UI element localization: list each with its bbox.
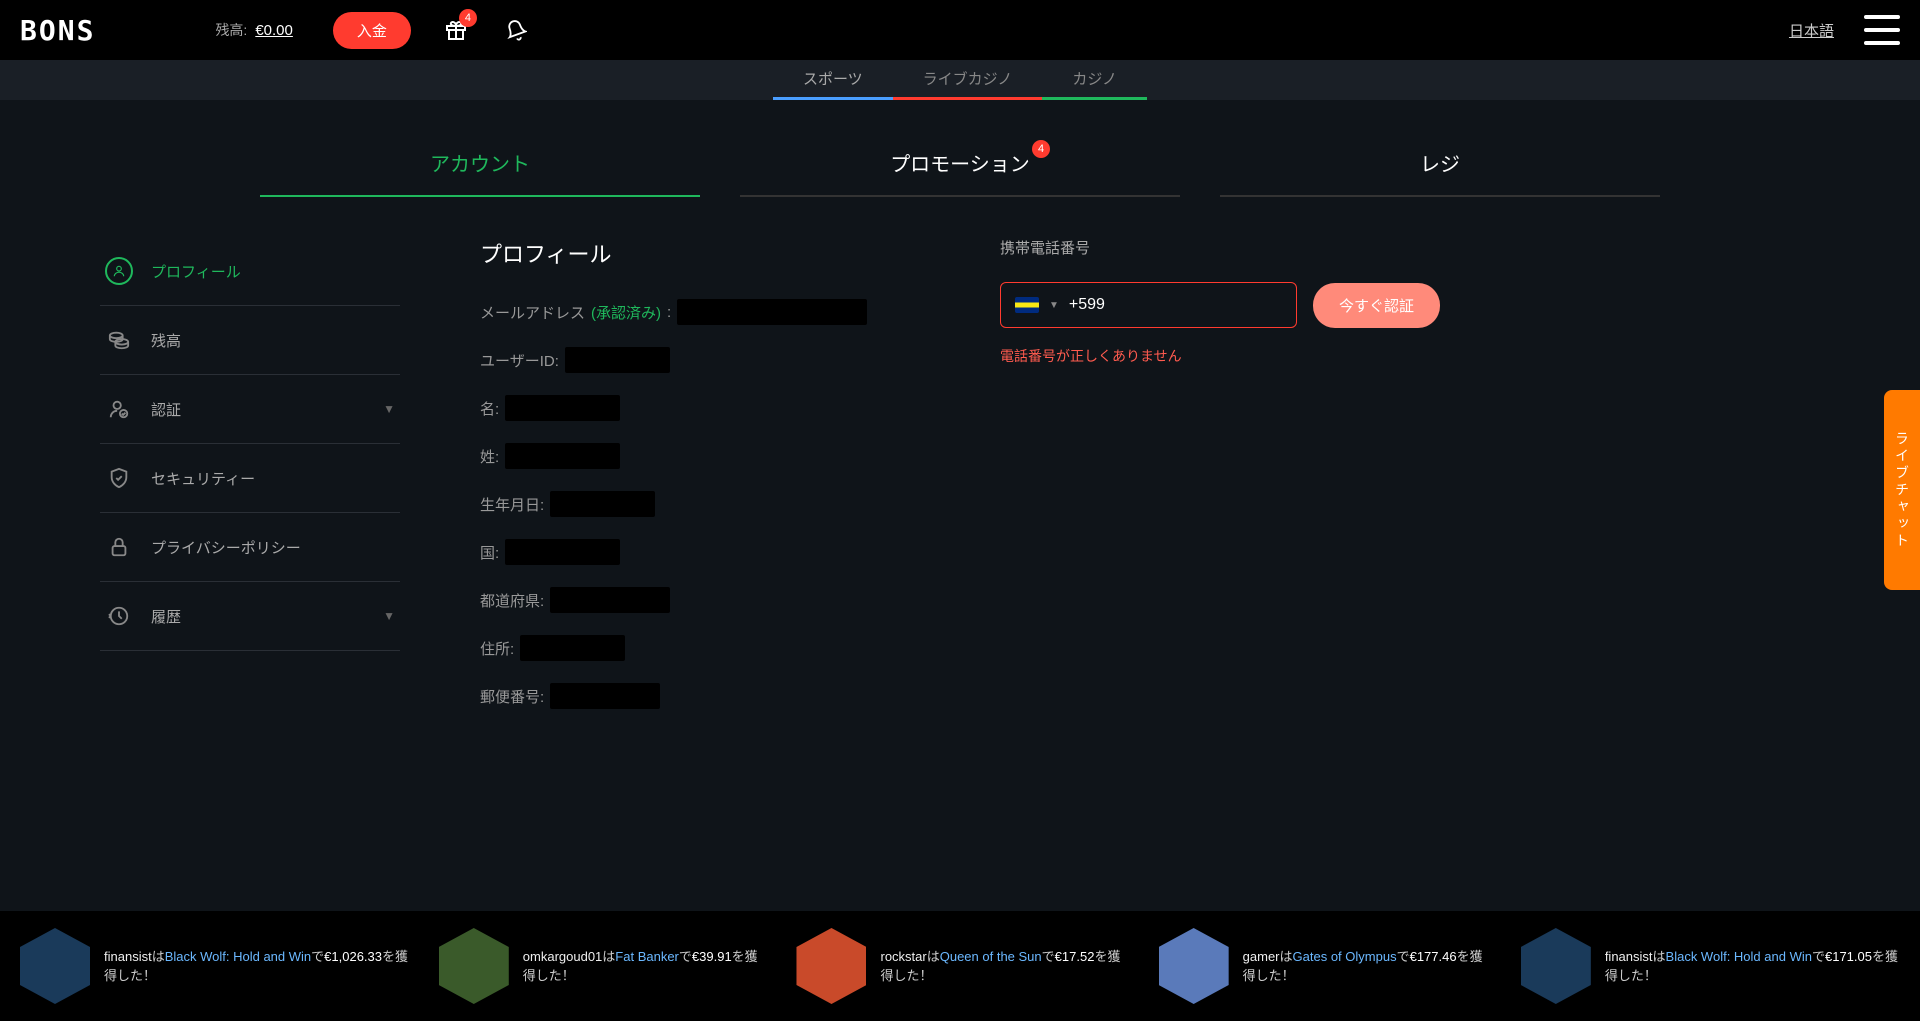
sidebar-label: 認証 bbox=[151, 399, 181, 420]
account-tabs: アカウント プロモーション 4 レジ bbox=[0, 100, 1920, 197]
verified-badge: (承認済み) bbox=[591, 302, 661, 323]
balance-display[interactable]: 残高: €0.00 bbox=[215, 20, 292, 40]
sidebar-label: セキュリティー bbox=[151, 468, 255, 489]
lastname-value bbox=[505, 443, 620, 469]
history-icon bbox=[105, 602, 133, 630]
language-selector[interactable]: 日本語 bbox=[1789, 20, 1834, 41]
shield-icon bbox=[105, 464, 133, 492]
field-postal: 郵便番号: bbox=[480, 683, 920, 709]
firstname-value bbox=[505, 395, 620, 421]
tab-cashier[interactable]: レジ bbox=[1220, 130, 1660, 197]
sidebar-label: プロフィール bbox=[151, 261, 241, 282]
chevron-down-icon: ▼ bbox=[383, 402, 395, 416]
nav-casino[interactable]: カジノ bbox=[1042, 60, 1147, 100]
dob-value bbox=[550, 491, 655, 517]
user-icon bbox=[105, 257, 133, 285]
country-value bbox=[505, 539, 620, 565]
phone-section: 携帯電話番号 ▼ 今すぐ認証 電話番号が正しくありません bbox=[1000, 237, 1440, 731]
verify-icon bbox=[105, 395, 133, 423]
sidebar-label: 履歴 bbox=[151, 606, 181, 627]
sidebar-item-privacy[interactable]: プライバシーポリシー bbox=[100, 513, 400, 582]
field-country: 国: bbox=[480, 539, 920, 565]
chevron-down-icon: ▼ bbox=[1049, 300, 1059, 311]
balance-value: €0.00 bbox=[255, 22, 293, 39]
sidebar-item-security[interactable]: セキュリティー bbox=[100, 444, 400, 513]
tab-promotion-label: プロモーション bbox=[890, 154, 1030, 176]
ticker-item[interactable]: finansistはBlack Wolf: Hold and Winで€171.… bbox=[1521, 928, 1900, 1004]
ticker-item[interactable]: finansistはBlack Wolf: Hold and Winで€1,02… bbox=[20, 928, 409, 1004]
coins-icon bbox=[105, 326, 133, 354]
bell-icon bbox=[505, 19, 527, 41]
phone-label: 携帯電話番号 bbox=[1000, 237, 1440, 258]
profile-title: プロフィール bbox=[480, 237, 920, 269]
field-lastname: 姓: bbox=[480, 443, 920, 469]
flag-icon[interactable] bbox=[1015, 297, 1039, 313]
ticker-item[interactable]: omkargoud01はFat Bankerで€39.91を獲得した！ bbox=[439, 928, 767, 1004]
gift-button[interactable]: 4 bbox=[441, 15, 471, 45]
header: BONS 残高: €0.00 入金 4 日本語 bbox=[0, 0, 1920, 60]
phone-input-wrapper[interactable]: ▼ bbox=[1000, 282, 1297, 328]
ticker-item[interactable]: rockstarはQueen of the Sunで€17.52を獲得した！ bbox=[796, 928, 1128, 1004]
sidebar-label: プライバシーポリシー bbox=[151, 537, 301, 558]
field-dob: 生年月日: bbox=[480, 491, 920, 517]
game-thumbnail bbox=[439, 928, 509, 1004]
sidebar: プロフィール 残高 認証 ▼ セキュリティー プライバシーポリシー 履歴 ▼ bbox=[100, 237, 400, 731]
category-nav: スポーツ ライブカジノ カジノ bbox=[0, 60, 1920, 100]
email-value bbox=[677, 299, 867, 325]
profile-section: プロフィール メールアドレス (承認済み): ユーザーID: 名: 姓: 生年月… bbox=[480, 237, 920, 731]
address-value bbox=[520, 635, 625, 661]
nav-sports[interactable]: スポーツ bbox=[773, 60, 893, 100]
tab-account[interactable]: アカウント bbox=[260, 130, 700, 197]
ticker-item[interactable]: gamerはGates of Olympusで€177.46を獲得した！ bbox=[1159, 928, 1491, 1004]
gift-badge: 4 bbox=[459, 9, 477, 27]
postal-value bbox=[550, 683, 660, 709]
sidebar-label: 残高 bbox=[151, 330, 181, 351]
userid-value bbox=[565, 347, 670, 373]
field-address: 住所: bbox=[480, 635, 920, 661]
phone-error: 電話番号が正しくありません bbox=[1000, 346, 1440, 366]
field-userid: ユーザーID: bbox=[480, 347, 920, 373]
field-email: メールアドレス (承認済み): bbox=[480, 299, 920, 325]
tab-promotion[interactable]: プロモーション 4 bbox=[740, 130, 1180, 197]
sidebar-item-balance[interactable]: 残高 bbox=[100, 306, 400, 375]
deposit-button[interactable]: 入金 bbox=[333, 12, 411, 49]
sidebar-item-history[interactable]: 履歴 ▼ bbox=[100, 582, 400, 651]
sidebar-item-profile[interactable]: プロフィール bbox=[100, 237, 400, 306]
notification-button[interactable] bbox=[501, 15, 531, 45]
nav-live-casino[interactable]: ライブカジノ bbox=[893, 60, 1043, 100]
game-thumbnail bbox=[1159, 928, 1229, 1004]
balance-label: 残高: bbox=[215, 20, 247, 40]
game-thumbnail bbox=[1521, 928, 1591, 1004]
lock-icon bbox=[105, 533, 133, 561]
logo[interactable]: BONS bbox=[20, 14, 95, 47]
field-firstname: 名: bbox=[480, 395, 920, 421]
phone-input[interactable] bbox=[1069, 296, 1282, 314]
menu-button[interactable] bbox=[1864, 15, 1900, 45]
promotion-badge: 4 bbox=[1032, 140, 1050, 158]
game-thumbnail bbox=[20, 928, 90, 1004]
chevron-down-icon: ▼ bbox=[383, 609, 395, 623]
content-area: プロフィール 残高 認証 ▼ セキュリティー プライバシーポリシー 履歴 ▼ プ… bbox=[0, 197, 1920, 731]
field-state: 都道府県: bbox=[480, 587, 920, 613]
game-thumbnail bbox=[796, 928, 866, 1004]
winner-ticker: finansistはBlack Wolf: Hold and Winで€1,02… bbox=[0, 911, 1920, 1021]
state-value bbox=[550, 587, 670, 613]
livechat-button[interactable]: ライブチャット bbox=[1884, 390, 1920, 590]
sidebar-item-verification[interactable]: 認証 ▼ bbox=[100, 375, 400, 444]
verify-button[interactable]: 今すぐ認証 bbox=[1313, 283, 1440, 328]
